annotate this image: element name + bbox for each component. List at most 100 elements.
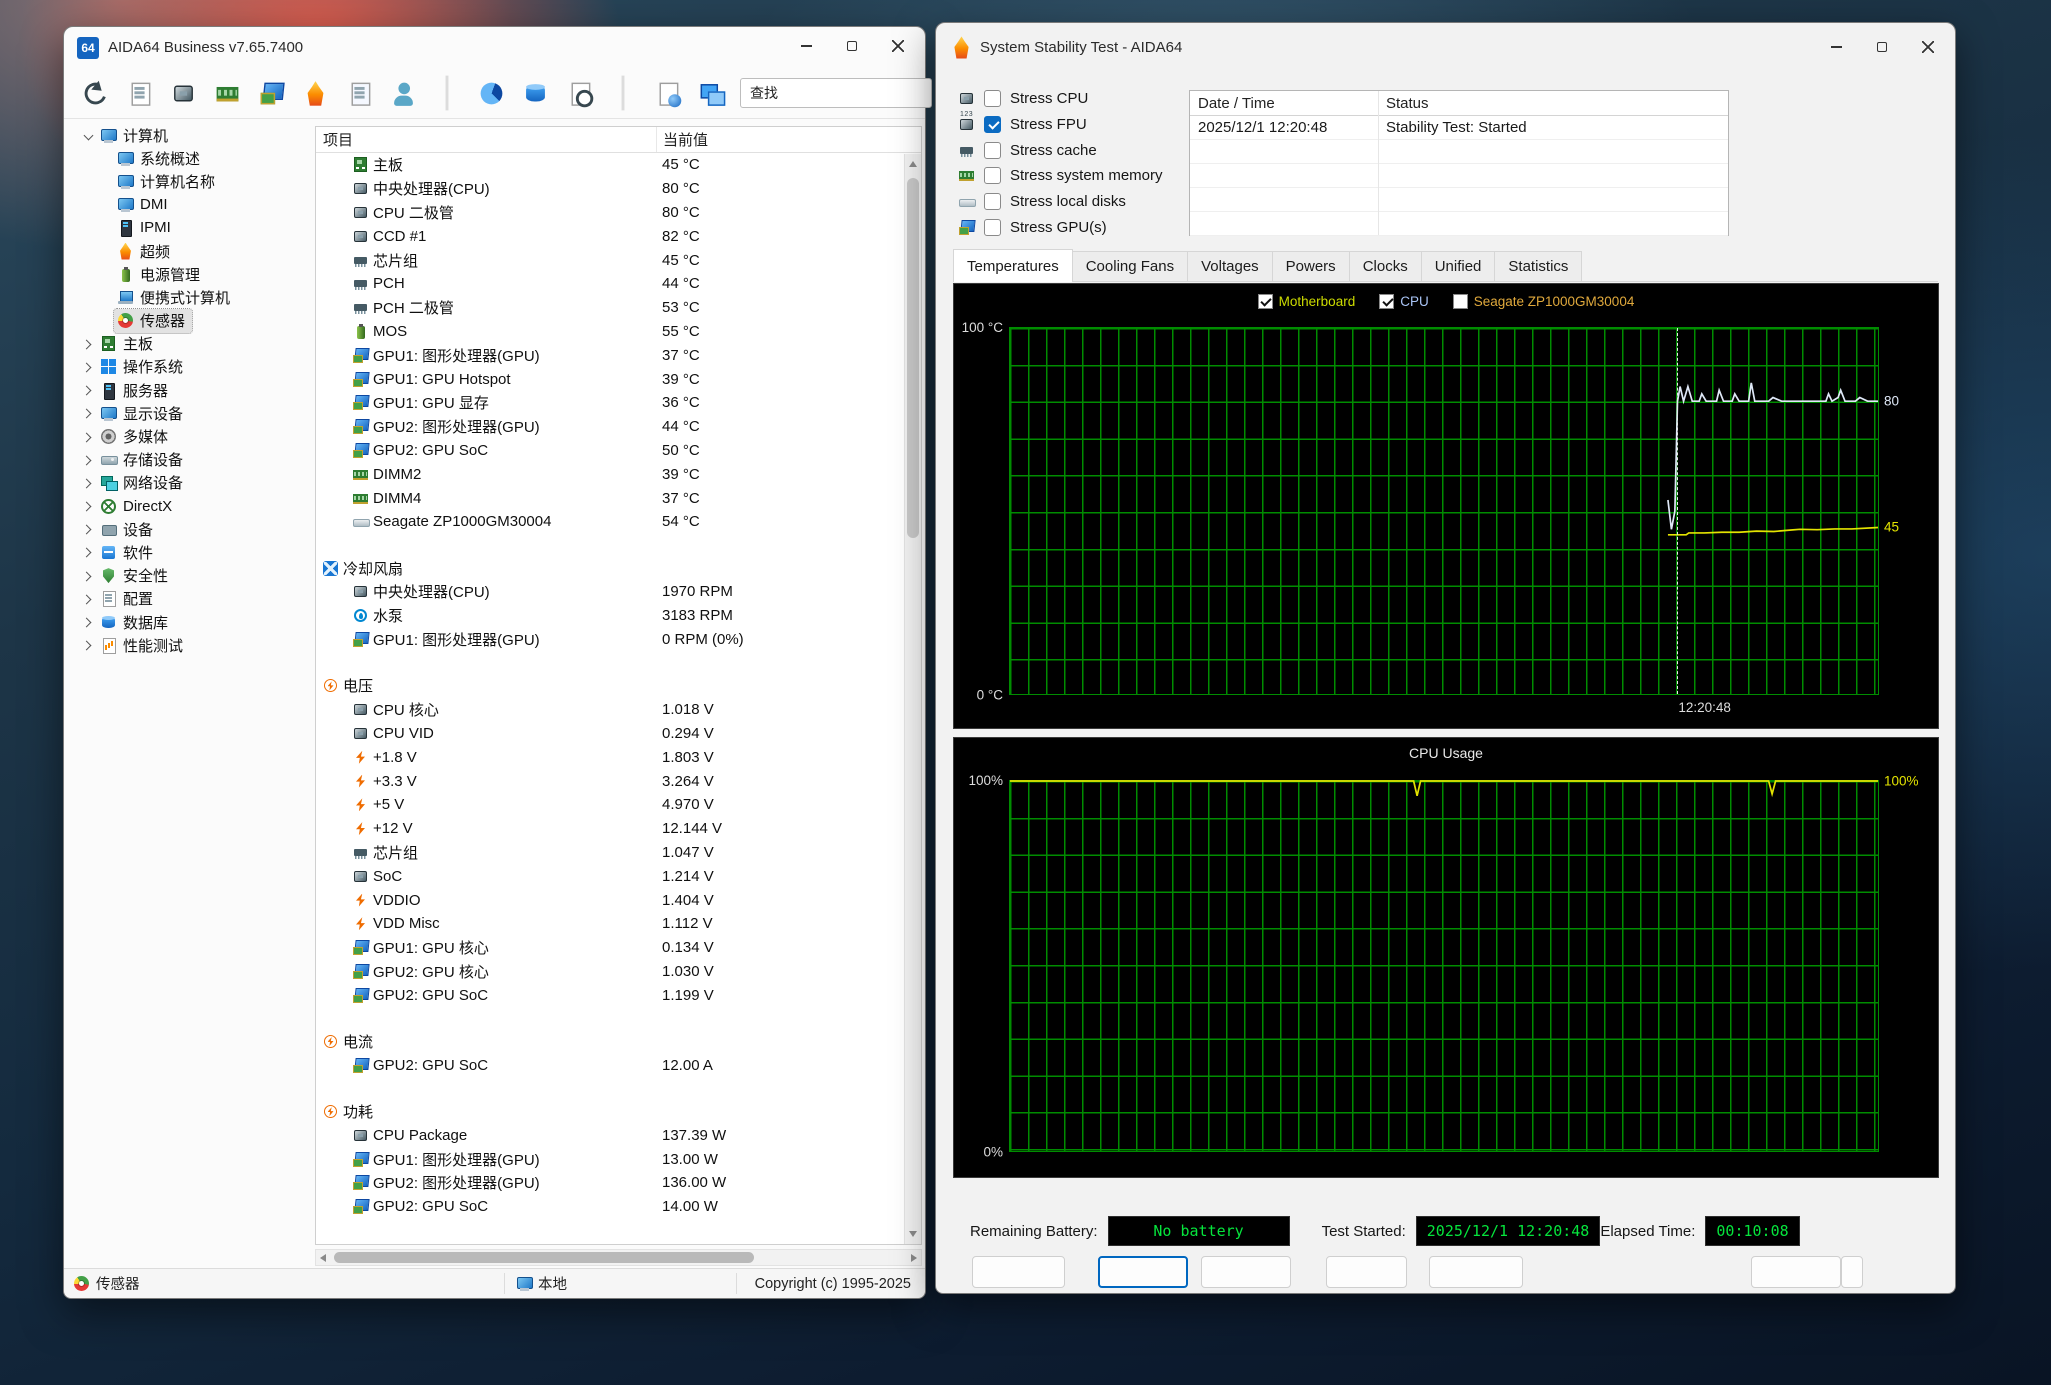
toolbar-icon[interactable]	[124, 78, 154, 108]
stress-checkbox[interactable]	[984, 142, 1001, 159]
sensor-row[interactable]	[316, 1007, 921, 1030]
tree-item[interactable]: 计算机	[64, 124, 315, 147]
tree-item[interactable]: 主板	[64, 333, 315, 356]
stress-checkbox[interactable]	[984, 90, 1001, 107]
sensor-row[interactable]: 芯片组 1.047 V	[316, 841, 921, 865]
chevron-icon[interactable]	[80, 359, 97, 376]
toolbar-icon[interactable]	[432, 78, 462, 108]
action-button[interactable]	[1098, 1256, 1188, 1288]
sensor-row[interactable]: 水泵 3183 RPM	[316, 604, 921, 628]
sensor-row[interactable]: GPU2: GPU SoC 14.00 W	[316, 1195, 921, 1219]
legend-checkbox[interactable]	[1258, 294, 1273, 309]
sensor-row[interactable]: 中央处理器(CPU) 80 °C	[316, 177, 921, 201]
sensor-row[interactable]: +5 V 4.970 V	[316, 793, 921, 817]
toolbar-icon[interactable]	[344, 78, 374, 108]
tree-item[interactable]: 显示设备	[64, 402, 315, 425]
sensor-row[interactable]: GPU1: 图形处理器(GPU) 0 RPM (0%)	[316, 628, 921, 652]
toolbar-icon[interactable]	[300, 78, 330, 108]
stress-checkbox[interactable]	[984, 116, 1001, 133]
tree-item[interactable]: DMI	[64, 194, 315, 217]
sensor-row[interactable]: CPU Package 137.39 W	[316, 1123, 921, 1147]
scroll-left-icon[interactable]	[320, 1254, 326, 1262]
toolbar-icon[interactable]	[256, 78, 286, 108]
tree-item[interactable]: 软件	[64, 541, 315, 564]
sensor-row[interactable]: PCH 二极管 53 °C	[316, 296, 921, 320]
toolbar-icon[interactable]	[564, 78, 594, 108]
tree-item[interactable]: 操作系统	[64, 356, 315, 379]
tab[interactable]: Statistics	[1494, 251, 1582, 282]
tree-item[interactable]: 安全性	[64, 565, 315, 588]
chevron-icon[interactable]	[80, 521, 97, 538]
sensor-row[interactable]: CPU 二极管 80 °C	[316, 201, 921, 225]
table-row[interactable]	[1190, 188, 1728, 212]
chevron-icon[interactable]	[80, 429, 97, 446]
sensor-row[interactable]	[316, 534, 921, 557]
tree-item[interactable]: 计算机名称	[64, 170, 315, 193]
chevron-icon[interactable]	[80, 614, 97, 631]
vertical-scrollbar[interactable]	[904, 154, 921, 1244]
sensor-row[interactable]: +3.3 V 3.264 V	[316, 769, 921, 793]
chevron-icon[interactable]	[80, 591, 97, 608]
scrollbar-thumb[interactable]	[907, 178, 919, 538]
sensor-row[interactable]: GPU2: GPU SoC 50 °C	[316, 439, 921, 463]
minimize-button[interactable]	[783, 27, 829, 65]
action-button[interactable]	[1841, 1256, 1863, 1288]
tab[interactable]: Voltages	[1187, 251, 1273, 282]
sensor-row[interactable]: 功耗	[316, 1100, 921, 1124]
tree-item[interactable]: 配置	[64, 588, 315, 611]
search-input[interactable]	[740, 78, 932, 108]
stress-checkbox[interactable]	[984, 167, 1001, 184]
sensor-row[interactable]: CCD #1 82 °C	[316, 224, 921, 248]
list-header[interactable]: 项目 当前值	[316, 127, 921, 153]
sensor-row[interactable]: SoC 1.214 V	[316, 864, 921, 888]
tab[interactable]: Cooling Fans	[1072, 251, 1188, 282]
chevron-icon[interactable]	[80, 498, 97, 515]
maximize-button[interactable]	[1859, 28, 1905, 66]
stress-checkbox[interactable]	[984, 219, 1001, 236]
sensor-row[interactable]: DIMM4 37 °C	[316, 486, 921, 510]
scroll-up-icon[interactable]	[909, 161, 917, 167]
scrollbar-thumb[interactable]	[334, 1252, 754, 1263]
chevron-icon[interactable]	[80, 544, 97, 561]
action-button[interactable]	[1429, 1256, 1523, 1288]
tree-item[interactable]: IPMI	[64, 217, 315, 240]
title-bar[interactable]: 64 AIDA64 Business v7.65.7400	[64, 27, 925, 68]
table-row[interactable]	[1190, 164, 1728, 188]
tree-item[interactable]: 传感器	[64, 310, 315, 333]
sensor-row[interactable]: 冷却风扇	[316, 556, 921, 580]
sensor-row[interactable]: GPU2: GPU SoC 12.00 A	[316, 1053, 921, 1077]
sensor-row[interactable]: DIMM2 39 °C	[316, 462, 921, 486]
chevron-icon[interactable]	[80, 382, 97, 399]
sensor-row[interactable]	[316, 651, 921, 674]
sensor-row[interactable]: VDDIO 1.404 V	[316, 888, 921, 912]
tab[interactable]: Clocks	[1349, 251, 1422, 282]
sensor-row[interactable]: CPU VID 0.294 V	[316, 722, 921, 746]
chevron-icon[interactable]	[80, 405, 97, 422]
table-row[interactable]	[1190, 212, 1728, 236]
tree-item[interactable]: 电源管理	[64, 263, 315, 286]
table-row[interactable]: 2025/12/1 12:20:48 Stability Test: Start…	[1190, 116, 1728, 140]
sensor-row[interactable]: +12 V 12.144 V	[316, 817, 921, 841]
stress-checkbox[interactable]	[984, 193, 1001, 210]
tree-item[interactable]: 性能测试	[64, 634, 315, 657]
sensor-row[interactable]: 芯片组 45 °C	[316, 248, 921, 272]
action-button[interactable]	[1326, 1256, 1407, 1288]
tree-item[interactable]: 网络设备	[64, 472, 315, 495]
sensor-row[interactable]: PCH 44 °C	[316, 272, 921, 296]
sensor-row[interactable]: 中央处理器(CPU) 1970 RPM	[316, 580, 921, 604]
legend-checkbox[interactable]	[1379, 294, 1394, 309]
chevron-icon[interactable]	[80, 475, 97, 492]
sensor-row[interactable]: 主板 45 °C	[316, 153, 921, 177]
chevron-icon[interactable]	[80, 452, 97, 469]
title-bar[interactable]: System Stability Test - AIDA64	[936, 23, 1955, 71]
chevron-icon[interactable]	[80, 568, 97, 585]
sensor-row[interactable]: GPU2: 图形处理器(GPU) 44 °C	[316, 415, 921, 439]
tree-item[interactable]: 存储设备	[64, 449, 315, 472]
sensor-row[interactable]: 电流	[316, 1030, 921, 1054]
toolbar-icon[interactable]	[212, 78, 242, 108]
tab[interactable]: Unified	[1421, 251, 1496, 282]
close-button[interactable]	[875, 27, 921, 65]
legend-checkbox[interactable]	[1453, 294, 1468, 309]
tree-item[interactable]: 服务器	[64, 379, 315, 402]
tree-item[interactable]: 多媒体	[64, 425, 315, 448]
